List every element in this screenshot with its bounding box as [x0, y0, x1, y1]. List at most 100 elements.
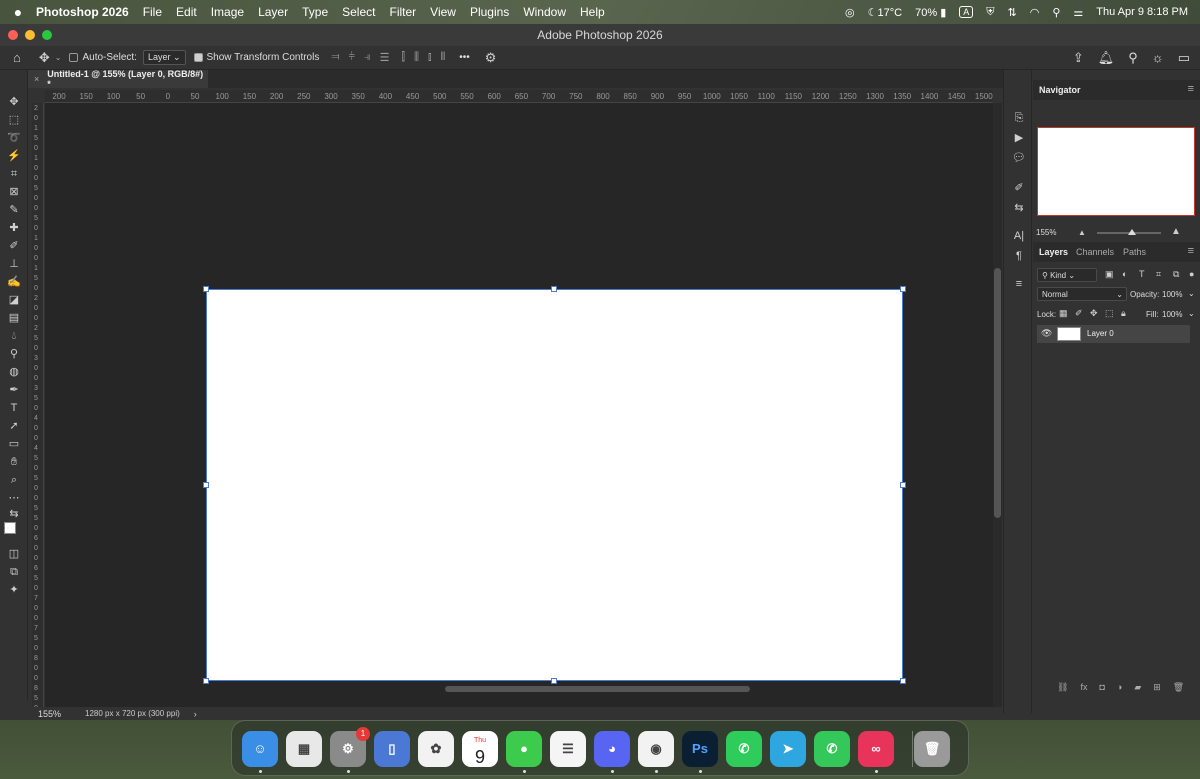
- menu-view[interactable]: View: [423, 5, 463, 19]
- blend-mode-dropdown[interactable]: Normal ⌄: [1037, 287, 1127, 301]
- lock-paint-icon[interactable]: ✐: [1075, 308, 1083, 319]
- dock-system-settings[interactable]: ⚙ 1: [330, 727, 370, 767]
- document-tab[interactable]: × Untitled-1 @ 155% (Layer 0, RGB/8#) *: [28, 69, 208, 89]
- move-tool-preset-icon[interactable]: ✥: [34, 50, 55, 66]
- dock-launchpad[interactable]: ▦: [286, 731, 322, 767]
- lightbulb-icon[interactable]: ☼: [1152, 50, 1164, 66]
- type-tool-icon[interactable]: T: [4, 400, 24, 416]
- sponge-tool-icon[interactable]: ◍: [4, 364, 24, 380]
- apple-icon[interactable]: ●: [0, 4, 36, 20]
- menu-edit[interactable]: Edit: [169, 5, 204, 19]
- foreground-color-swatch[interactable]: [4, 522, 16, 534]
- character-icon[interactable]: A|: [1010, 228, 1028, 244]
- lock-pixels-icon[interactable]: ▦: [1059, 308, 1068, 319]
- distribute-left-icon[interactable]: ⫿: [401, 51, 405, 64]
- move-tool-icon[interactable]: ✥: [4, 94, 24, 110]
- close-tab-icon[interactable]: ×: [28, 74, 47, 84]
- workspace-icon[interactable]: ▭: [1178, 50, 1190, 66]
- distribute-vertical-icon[interactable]: ⫴: [441, 51, 446, 64]
- clock[interactable]: Thu Apr 9 8:18 PM: [1096, 6, 1188, 18]
- transform-handle[interactable]: [203, 286, 209, 292]
- app-menu[interactable]: Photoshop 2026: [36, 5, 136, 19]
- add-mask-icon[interactable]: ◘: [1099, 682, 1104, 698]
- generative-icon[interactable]: ✦: [4, 582, 24, 598]
- creative-cloud-icon[interactable]: ◎: [845, 6, 855, 19]
- wifi-icon[interactable]: ◠: [1030, 6, 1040, 19]
- home-icon[interactable]: ⌂: [8, 50, 26, 65]
- bell-icon[interactable]: 🔔︎: [1098, 50, 1115, 66]
- dock-simulator[interactable]: ▯: [374, 731, 410, 767]
- actions-play-icon[interactable]: ▶: [1010, 130, 1028, 146]
- input-source[interactable]: A: [959, 6, 974, 18]
- vertical-scrollbar[interactable]: [993, 103, 1002, 713]
- panel-menu-icon[interactable]: ≡: [1188, 245, 1194, 257]
- path-selection-icon[interactable]: ➚: [4, 418, 24, 434]
- dock-phone[interactable]: ✆: [814, 731, 850, 767]
- network-icon[interactable]: ⇅: [1008, 6, 1017, 19]
- transform-handle[interactable]: [203, 678, 209, 684]
- align-top-icon[interactable]: ☰: [380, 51, 390, 64]
- swap-colors-icon[interactable]: ⇆: [4, 506, 24, 522]
- weather-status[interactable]: ☾17°C: [868, 6, 902, 19]
- menu-file[interactable]: File: [136, 5, 169, 19]
- lock-all-icon[interactable]: 🔒︎: [1121, 308, 1126, 319]
- new-layer-icon[interactable]: ⊞: [1153, 682, 1161, 698]
- object-selection-icon[interactable]: ⚡: [4, 148, 24, 164]
- status-menu-arrow[interactable]: ›: [180, 709, 197, 719]
- menu-window[interactable]: Window: [516, 5, 573, 19]
- filter-toggle-icon[interactable]: ●: [1189, 269, 1194, 279]
- battery-status[interactable]: 70% ▮: [915, 6, 946, 19]
- properties-icon[interactable]: ≡: [1010, 276, 1028, 292]
- transform-controls-checkbox[interactable]: [193, 53, 203, 62]
- dock-photoshop[interactable]: Ps: [682, 731, 718, 767]
- dock-creative-cloud[interactable]: ∞: [858, 731, 894, 767]
- more-tools-icon[interactable]: ⋯: [4, 490, 24, 506]
- close-window-button[interactable]: [8, 30, 18, 40]
- transform-handle[interactable]: [900, 482, 906, 488]
- shield-icon[interactable]: ⛨: [986, 6, 994, 19]
- paragraph-icon[interactable]: ¶: [1010, 248, 1028, 264]
- hand-tool-icon[interactable]: ✋︎: [4, 454, 24, 470]
- stamp-tool-icon[interactable]: ⊥: [4, 256, 24, 272]
- layer-item[interactable]: 👁︎ Layer 0: [1037, 325, 1190, 343]
- new-group-icon[interactable]: ▰: [1134, 682, 1141, 698]
- more-options-button[interactable]: •••: [459, 52, 470, 63]
- share-icon[interactable]: ⇪: [1073, 50, 1084, 66]
- menu-select[interactable]: Select: [335, 5, 382, 19]
- dock-reminders[interactable]: ☰: [550, 731, 586, 767]
- tab-navigator[interactable]: Navigator: [1039, 85, 1081, 95]
- scrollbar-thumb[interactable]: [994, 268, 1001, 518]
- horizontal-scrollbar-thumb[interactable]: [445, 686, 750, 692]
- pixel-filter-icon[interactable]: ▣: [1105, 269, 1114, 280]
- brushes-icon[interactable]: ✐: [1010, 180, 1028, 196]
- adjustment-filter-icon[interactable]: ◐: [1122, 269, 1127, 279]
- chevron-down-icon[interactable]: ⌄: [55, 53, 62, 62]
- distribute-center-icon[interactable]: ⫼: [414, 51, 419, 64]
- dock-messages[interactable]: ●: [506, 731, 542, 767]
- pen-tool-icon[interactable]: ✒: [4, 382, 24, 398]
- layer-name[interactable]: Layer 0: [1087, 329, 1114, 338]
- zoom-in-icon[interactable]: ▲: [1171, 226, 1181, 237]
- menu-type[interactable]: Type: [295, 5, 335, 19]
- healing-brush-icon[interactable]: ✚: [4, 220, 24, 236]
- control-center-icon[interactable]: ⚌: [1073, 6, 1083, 19]
- menu-layer[interactable]: Layer: [251, 5, 295, 19]
- align-center-icon[interactable]: ⫩: [349, 51, 355, 64]
- delete-layer-icon[interactable]: 🗑︎: [1173, 682, 1184, 698]
- transform-handle[interactable]: [551, 286, 557, 292]
- zoom-tool-icon[interactable]: ⌕: [4, 472, 24, 488]
- opacity-chevron-icon[interactable]: ⌄: [1188, 289, 1195, 298]
- tab-channels[interactable]: Channels: [1076, 247, 1114, 257]
- lock-position-icon[interactable]: ✥: [1090, 308, 1098, 319]
- menu-filter[interactable]: Filter: [382, 5, 423, 19]
- fill-value[interactable]: 100%: [1162, 310, 1182, 319]
- zoom-slider-handle[interactable]: [1128, 229, 1136, 235]
- comments-icon[interactable]: 💬︎: [1010, 150, 1028, 166]
- auto-select-dropdown[interactable]: Layer ⌄: [142, 50, 186, 65]
- menu-plugins[interactable]: Plugins: [463, 5, 516, 19]
- history-brush-icon[interactable]: ✍: [4, 274, 24, 290]
- shape-filter-icon[interactable]: ⌗: [1156, 269, 1161, 280]
- transform-handle[interactable]: [203, 482, 209, 488]
- dock-calendar[interactable]: Thu 9: [462, 731, 498, 767]
- zoom-window-button[interactable]: [42, 30, 52, 40]
